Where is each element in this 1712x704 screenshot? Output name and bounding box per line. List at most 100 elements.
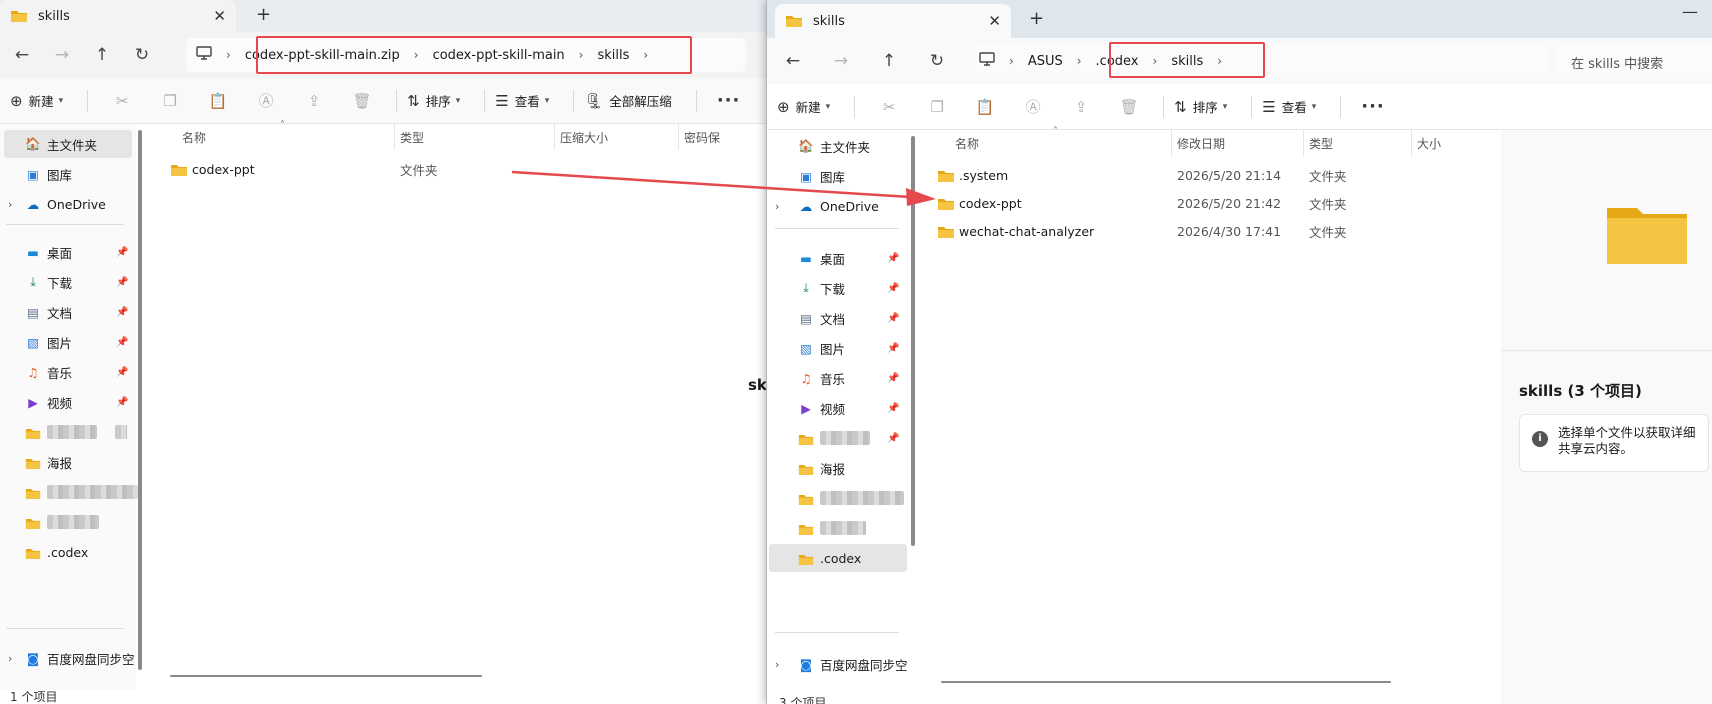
- share-icon[interactable]: ⇪: [1057, 98, 1105, 116]
- file-row[interactable]: codex-ppt 2026/5/20 21:42 文件夹: [921, 190, 1457, 216]
- copy-icon[interactable]: ❐: [146, 92, 194, 110]
- sidebar-item-downloads[interactable]: ⤓ 下载 📌: [0, 268, 128, 296]
- tab-skills[interactable]: skills ✕: [775, 4, 1011, 38]
- sidebar-item-onedrive[interactable]: › ☁ OneDrive: [0, 190, 106, 218]
- new-tab-button[interactable]: +: [1029, 8, 1044, 29]
- navigation-scrollbar[interactable]: [911, 136, 915, 546]
- navigation-scrollbar[interactable]: [138, 130, 142, 670]
- rename-icon[interactable]: Ⓐ: [242, 90, 290, 111]
- cut-icon[interactable]: ✂: [865, 98, 913, 116]
- refresh-icon[interactable]: ↻: [913, 51, 961, 71]
- pin-icon[interactable]: 📌: [887, 343, 899, 354]
- pin-icon[interactable]: 📌: [887, 253, 899, 264]
- pin-icon[interactable]: 📌: [116, 337, 128, 348]
- sidebar-item-blurred-3[interactable]: [767, 514, 866, 542]
- file-row[interactable]: wechat-chat-analyzer 2026/4/30 17:41 文件夹: [921, 218, 1457, 244]
- more-options-icon[interactable]: ···: [717, 90, 741, 111]
- sidebar-item-blurred-1[interactable]: [0, 418, 127, 446]
- view-button[interactable]: ☰ 查看 ▾: [495, 91, 549, 110]
- paste-icon[interactable]: 📋: [961, 98, 1009, 116]
- pin-icon[interactable]: 📌: [116, 397, 128, 408]
- new-button[interactable]: ⊕ 新建 ▾: [777, 97, 830, 116]
- chevron-right-icon[interactable]: ›: [8, 198, 12, 211]
- back-icon[interactable]: ←: [2, 45, 42, 65]
- chevron-right-icon[interactable]: ›: [775, 658, 779, 671]
- pin-icon[interactable]: 📌: [116, 277, 128, 288]
- sidebar-item-documents[interactable]: ▤ 文档 📌: [767, 304, 899, 332]
- file-row[interactable]: codex-ppt 文件夹: [148, 156, 728, 182]
- pin-icon[interactable]: 📌: [887, 313, 899, 324]
- sidebar-item-baidu[interactable]: › ◙ 百度网盘同步空: [767, 650, 908, 678]
- pin-icon[interactable]: 📌: [116, 247, 128, 258]
- back-icon[interactable]: ←: [769, 51, 817, 71]
- sidebar-item-pictures[interactable]: ▧ 图片 📌: [767, 334, 899, 362]
- up-icon[interactable]: ↑: [865, 51, 913, 71]
- sidebar-item-blurred-2[interactable]: [767, 484, 904, 512]
- chevron-right-icon[interactable]: ›: [220, 48, 237, 62]
- breadcrumb-asus[interactable]: ASUS: [1020, 54, 1071, 69]
- column-header-modified[interactable]: 修改日期: [1177, 130, 1225, 156]
- close-tab-icon[interactable]: ✕: [988, 12, 1001, 30]
- sidebar-item-gallery[interactable]: ▣ 图库: [767, 162, 845, 190]
- sidebar-item-baidu[interactable]: › ◙ 百度网盘同步空: [0, 644, 135, 672]
- sidebar-item-blurred-3[interactable]: [0, 508, 99, 536]
- pin-icon[interactable]: 📌: [887, 403, 899, 414]
- rename-icon[interactable]: Ⓐ: [1009, 96, 1057, 117]
- pin-icon[interactable]: 📌: [887, 283, 899, 294]
- up-icon[interactable]: ↑: [82, 45, 122, 65]
- sidebar-item-documents[interactable]: ▤ 文档 📌: [0, 298, 128, 326]
- minimize-button[interactable]: —: [1682, 2, 1698, 21]
- chevron-right-icon[interactable]: ›: [8, 652, 12, 665]
- delete-icon[interactable]: 🗑: [1105, 98, 1153, 116]
- column-header-password[interactable]: 密码保: [684, 124, 720, 150]
- tab-skills[interactable]: skills ✕: [0, 0, 236, 32]
- sidebar-item-music[interactable]: ♫ 音乐 📌: [767, 364, 899, 392]
- column-header-compressed-size[interactable]: 压缩大小: [560, 124, 608, 150]
- pin-icon[interactable]: 📌: [116, 307, 128, 318]
- sidebar-item-pictures[interactable]: ▧ 图片 📌: [0, 328, 128, 356]
- sidebar-item-home[interactable]: 🏠 主文件夹: [4, 130, 132, 158]
- sort-button[interactable]: ⇅ 排序 ▾: [407, 91, 460, 110]
- view-button[interactable]: ☰ 查看 ▾: [1262, 97, 1316, 116]
- forward-icon[interactable]: →: [42, 45, 82, 65]
- sidebar-item-downloads[interactable]: ⤓ 下载 📌: [767, 274, 899, 302]
- horizontal-scrollbar[interactable]: [170, 675, 482, 677]
- column-header-type[interactable]: 类型: [1309, 130, 1333, 156]
- sidebar-item-desktop[interactable]: ▬ 桌面 📌: [767, 244, 899, 272]
- new-tab-button[interactable]: +: [256, 4, 271, 25]
- file-row[interactable]: .system 2026/5/20 21:14 文件夹: [921, 162, 1457, 188]
- cut-icon[interactable]: ✂: [98, 92, 146, 110]
- pin-icon[interactable]: 📌: [116, 367, 128, 378]
- extract-all-button[interactable]: 🗜 全部解压缩: [584, 91, 672, 110]
- paste-icon[interactable]: 📋: [194, 92, 242, 110]
- close-tab-icon[interactable]: ✕: [213, 7, 226, 25]
- sidebar-item-blurred-1[interactable]: 📌: [767, 424, 899, 452]
- search-input[interactable]: 在 skills 中搜索: [1557, 44, 1712, 78]
- chevron-right-icon[interactable]: ›: [1071, 54, 1088, 68]
- delete-icon[interactable]: 🗑: [338, 92, 386, 110]
- sidebar-item-blurred-2[interactable]: [0, 478, 139, 506]
- sidebar-item-poster[interactable]: 海报: [767, 454, 845, 482]
- more-options-icon[interactable]: ···: [1361, 96, 1385, 117]
- sidebar-item-poster[interactable]: 海报: [0, 448, 72, 476]
- sidebar-item-codex[interactable]: .codex: [0, 538, 88, 566]
- horizontal-scrollbar[interactable]: [941, 681, 1391, 683]
- sidebar-item-home[interactable]: 🏠 主文件夹: [767, 132, 870, 160]
- pin-icon[interactable]: 📌: [887, 373, 899, 384]
- sidebar-item-videos[interactable]: ▶ 视频 📌: [767, 394, 899, 422]
- column-header-name[interactable]: 名称: [182, 124, 206, 150]
- column-header-type[interactable]: 类型: [400, 124, 424, 150]
- sidebar-item-music[interactable]: ♫ 音乐 📌: [0, 358, 128, 386]
- sidebar-item-codex[interactable]: .codex: [769, 544, 907, 572]
- sidebar-item-desktop[interactable]: ▬ 桌面 📌: [0, 238, 128, 266]
- new-button[interactable]: ⊕ 新建 ▾: [10, 91, 63, 110]
- forward-icon[interactable]: →: [817, 51, 865, 71]
- share-icon[interactable]: ⇪: [290, 92, 338, 110]
- computer-icon[interactable]: [969, 52, 1003, 70]
- copy-icon[interactable]: ❐: [913, 98, 961, 116]
- pin-icon[interactable]: 📌: [887, 433, 899, 444]
- sidebar-item-videos[interactable]: ▶ 视频 📌: [0, 388, 128, 416]
- sidebar-item-gallery[interactable]: ▣ 图库: [0, 160, 72, 188]
- sort-button[interactable]: ⇅ 排序 ▾: [1174, 97, 1227, 116]
- chevron-right-icon[interactable]: ›: [775, 200, 779, 213]
